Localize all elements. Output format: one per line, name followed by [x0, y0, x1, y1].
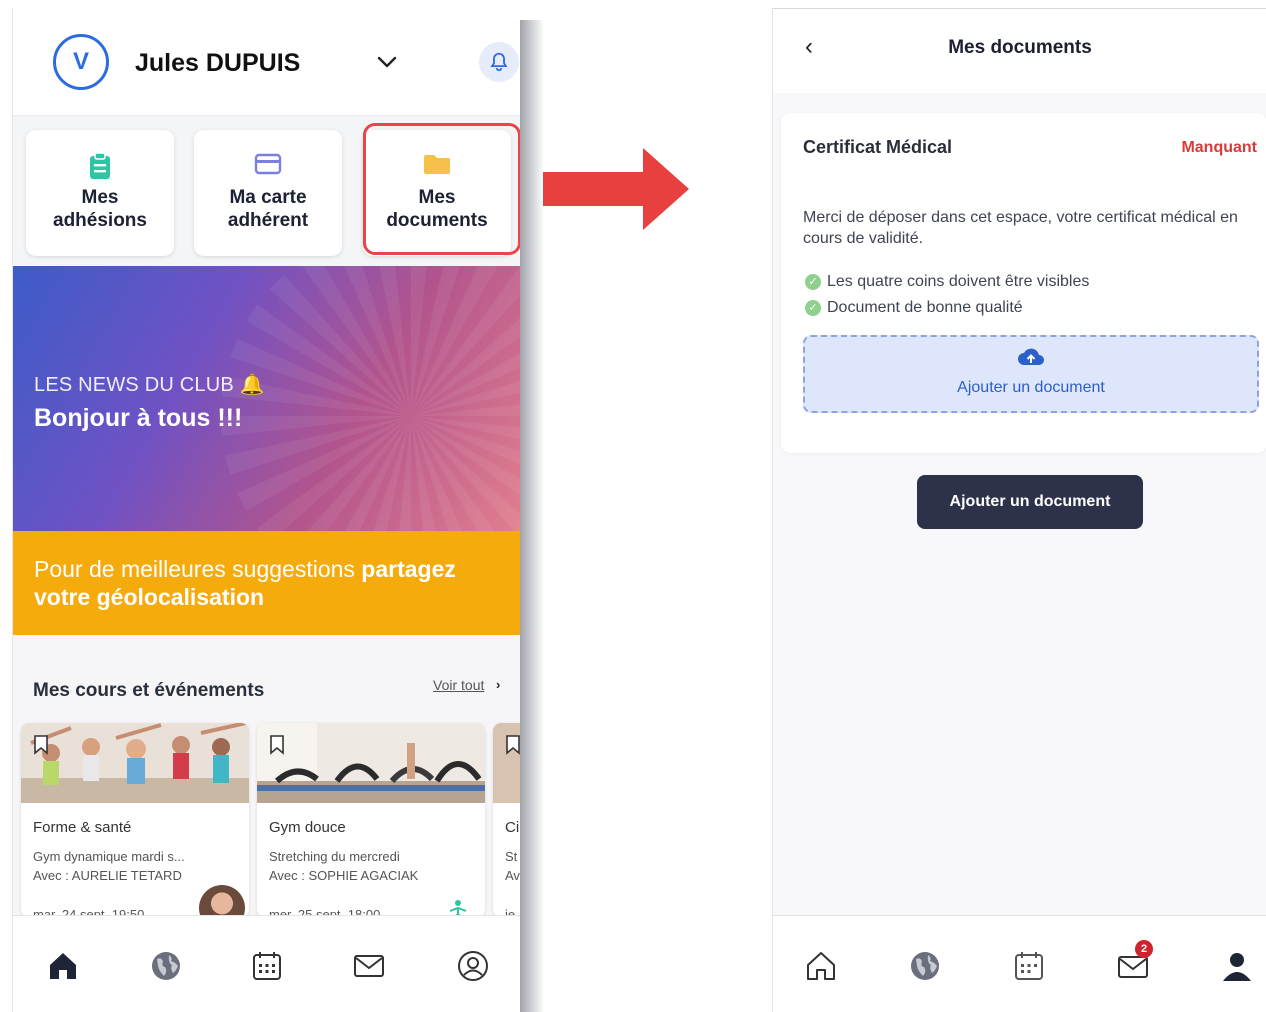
nav-messages[interactable]: [349, 946, 389, 986]
chevron-down-icon[interactable]: [373, 48, 401, 76]
course-coach: Av: [505, 868, 520, 883]
dropzone-label: Ajouter un document: [957, 379, 1105, 396]
document-card: Certificat Médical Manquant Merci de dép…: [781, 113, 1266, 453]
add-document-button[interactable]: Ajouter un document: [917, 475, 1143, 529]
news-kicker: LES NEWS DU CLUB 🔔: [34, 372, 265, 397]
nav-calendar[interactable]: [1009, 946, 1049, 986]
highlight-frame: [363, 123, 520, 255]
nav-messages[interactable]: 2: [1113, 940, 1153, 986]
geo-text-bold2: votre géolocalisation: [34, 584, 265, 610]
news-kicker-text: LES NEWS DU CLUB: [34, 374, 234, 396]
calendar-icon: [1015, 952, 1043, 980]
cloud-upload-icon: [1018, 348, 1044, 365]
notifications-button[interactable]: [479, 42, 519, 82]
globe-icon: [911, 952, 939, 980]
nav-profile[interactable]: [1217, 946, 1257, 986]
home-icon: [807, 952, 835, 980]
check-icon: ✓: [805, 300, 821, 316]
nav-explore[interactable]: [905, 946, 945, 986]
course-photo: [257, 723, 485, 803]
course-coach: Avec : AURELIE TETARD: [33, 868, 182, 883]
tile-label-line2: adhérent: [227, 210, 309, 231]
requirement-item: ✓ Les quatre coins doivent être visibles: [805, 273, 1089, 291]
documents-header: ‹ Mes documents: [773, 9, 1266, 93]
status-badge: Manquant: [1181, 139, 1257, 156]
see-all-link[interactable]: Voir tout: [433, 677, 484, 693]
quick-access-tiles: Mes adhésions Ma carte adhérent Mes documen…: [13, 116, 520, 266]
club-news-banner[interactable]: LES NEWS DU CLUB 🔔 Bonjour à tous !!!: [13, 266, 520, 531]
mail-icon: [354, 955, 384, 977]
home-icon: [50, 953, 76, 979]
nav-profile[interactable]: [453, 946, 493, 986]
card-icon: [254, 153, 282, 175]
course-subtitle: St: [505, 849, 518, 864]
course-photo: [21, 723, 249, 803]
coach-avatar: [199, 885, 245, 917]
document-description: Merci de déposer dans cet espace, votre …: [803, 209, 1238, 247]
bottom-nav: [13, 915, 520, 1012]
course-coach: Avec : SOPHIE AGACIAK: [269, 868, 419, 883]
tile-mes-adhesions[interactable]: Mes adhésions: [26, 130, 174, 256]
banner-decoration: [221, 266, 520, 531]
course-title: Forme & santé: [33, 819, 132, 836]
bookmark-icon[interactable]: [505, 735, 520, 755]
course-card[interactable]: Forme & santé Gym dynamique mardi s... A…: [21, 723, 249, 917]
tile-label-line2: adhésions: [53, 210, 147, 231]
requirement-item: ✓ Document de bonne qualité: [805, 299, 1023, 317]
clipboard-icon: [90, 152, 110, 179]
course-title: Ci: [505, 819, 520, 836]
home-screen: V Jules DUPUIS Mes adhésions Ma carte adhé…: [12, 8, 520, 1012]
courses-section: Mes cours et événements Voir tout › Form…: [13, 635, 520, 917]
course-card[interactable]: Ci St Av je: [493, 723, 520, 917]
geo-text-bold1: partagez: [361, 556, 456, 582]
bell-emoji-icon: 🔔: [239, 374, 265, 396]
geo-text-plain: Pour de meilleures suggestions: [34, 556, 362, 582]
requirement-text: Document de bonne qualité: [827, 299, 1023, 316]
nav-explore[interactable]: [146, 946, 186, 986]
club-avatar[interactable]: V: [53, 34, 109, 90]
course-subtitle: Stretching du mercredi: [269, 849, 400, 864]
transition-arrow-icon: [543, 148, 689, 230]
chevron-right-icon[interactable]: ›: [496, 677, 500, 692]
comparison-stage: V Jules DUPUIS Mes adhésions Ma carte adhé…: [0, 0, 1266, 1012]
profile-icon: [458, 951, 488, 981]
geolocation-banner[interactable]: Pour de meilleures suggestions partagez v…: [13, 531, 520, 635]
nav-home[interactable]: [43, 946, 83, 986]
bell-icon: [490, 52, 508, 72]
person-icon: [1223, 953, 1251, 981]
course-title: Gym douce: [269, 819, 346, 836]
course-subtitle: Gym dynamique mardi s...: [33, 849, 185, 864]
phone-shadow: [518, 20, 544, 1012]
course-card[interactable]: Gym douce Stretching du mercredi Avec : …: [257, 723, 485, 917]
home-header: V Jules DUPUIS: [13, 8, 520, 116]
tile-ma-carte-adherent[interactable]: Ma carte adhérent: [194, 130, 342, 256]
check-icon: ✓: [805, 274, 821, 290]
tile-label-line1: Ma carte: [229, 187, 307, 208]
globe-icon: [152, 952, 180, 980]
page-title: Mes documents: [948, 37, 1092, 58]
bookmark-icon[interactable]: [269, 735, 285, 755]
requirement-text: Les quatre coins doivent être visibles: [827, 273, 1090, 290]
user-name[interactable]: Jules DUPUIS: [135, 49, 300, 78]
unread-badge: 2: [1135, 940, 1153, 958]
upload-dropzone[interactable]: Ajouter un document: [803, 335, 1259, 413]
news-title: Bonjour à tous !!!: [34, 404, 243, 432]
bookmark-icon[interactable]: [33, 735, 49, 755]
nav-calendar[interactable]: [247, 946, 287, 986]
calendar-icon: [253, 952, 281, 980]
geolocation-text: Pour de meilleures suggestions partagez v…: [34, 555, 504, 611]
tile-label-line1: Mes: [81, 187, 119, 208]
nav-home[interactable]: [801, 946, 841, 986]
document-name: Certificat Médical: [803, 137, 953, 157]
section-title: Mes cours et événements: [33, 680, 265, 701]
bottom-nav: 2: [773, 915, 1266, 1012]
documents-screen: ‹ Mes documents Certificat Médical Manqu…: [772, 8, 1266, 1012]
